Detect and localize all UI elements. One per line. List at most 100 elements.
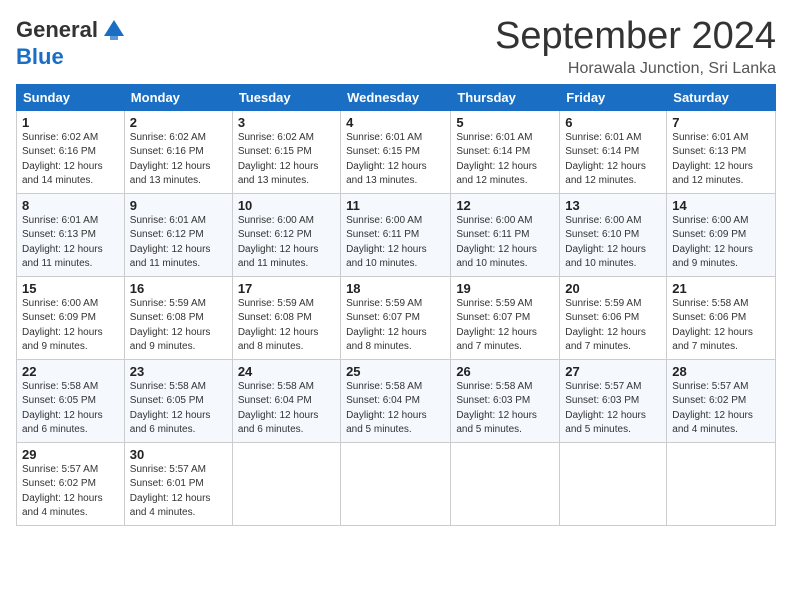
page: General Blue September 2024 Horawala Jun…	[0, 0, 792, 612]
day-number: 2	[130, 115, 227, 130]
table-cell: 14Sunrise: 6:00 AMSunset: 6:09 PMDayligh…	[667, 193, 776, 276]
day-info: Sunrise: 6:01 AMSunset: 6:12 PMDaylight:…	[130, 214, 227, 272]
col-saturday: Saturday	[667, 84, 776, 110]
calendar-row: 1Sunrise: 6:02 AMSunset: 6:16 PMDaylight…	[17, 110, 776, 193]
day-number: 15	[22, 281, 119, 296]
day-info: Sunrise: 6:01 AMSunset: 6:13 PMDaylight:…	[22, 214, 119, 272]
day-info: Sunrise: 5:57 AMSunset: 6:01 PMDaylight:…	[130, 463, 227, 521]
day-info: Sunrise: 5:59 AMSunset: 6:06 PMDaylight:…	[565, 297, 661, 355]
calendar-row: 29Sunrise: 5:57 AMSunset: 6:02 PMDayligh…	[17, 442, 776, 525]
day-info: Sunrise: 6:00 AMSunset: 6:11 PMDaylight:…	[346, 214, 445, 272]
logo-icon	[100, 16, 128, 44]
table-cell: 22Sunrise: 5:58 AMSunset: 6:05 PMDayligh…	[17, 359, 125, 442]
day-info: Sunrise: 6:01 AMSunset: 6:15 PMDaylight:…	[346, 131, 445, 189]
day-info: Sunrise: 6:02 AMSunset: 6:16 PMDaylight:…	[130, 131, 227, 189]
day-info: Sunrise: 6:00 AMSunset: 6:10 PMDaylight:…	[565, 214, 661, 272]
table-cell	[232, 442, 340, 525]
table-cell: 5Sunrise: 6:01 AMSunset: 6:14 PMDaylight…	[451, 110, 560, 193]
day-number: 1	[22, 115, 119, 130]
day-info: Sunrise: 5:58 AMSunset: 6:06 PMDaylight:…	[672, 297, 770, 355]
table-cell: 23Sunrise: 5:58 AMSunset: 6:05 PMDayligh…	[124, 359, 232, 442]
day-info: Sunrise: 5:59 AMSunset: 6:07 PMDaylight:…	[346, 297, 445, 355]
day-info: Sunrise: 5:58 AMSunset: 6:04 PMDaylight:…	[238, 380, 335, 438]
day-number: 17	[238, 281, 335, 296]
day-number: 9	[130, 198, 227, 213]
logo: General Blue	[16, 16, 128, 70]
day-number: 14	[672, 198, 770, 213]
table-cell: 13Sunrise: 6:00 AMSunset: 6:10 PMDayligh…	[560, 193, 667, 276]
table-cell: 16Sunrise: 5:59 AMSunset: 6:08 PMDayligh…	[124, 276, 232, 359]
col-friday: Friday	[560, 84, 667, 110]
table-cell: 12Sunrise: 6:00 AMSunset: 6:11 PMDayligh…	[451, 193, 560, 276]
day-info: Sunrise: 5:59 AMSunset: 6:07 PMDaylight:…	[456, 297, 554, 355]
col-tuesday: Tuesday	[232, 84, 340, 110]
day-number: 30	[130, 447, 227, 462]
table-cell: 15Sunrise: 6:00 AMSunset: 6:09 PMDayligh…	[17, 276, 125, 359]
day-number: 24	[238, 364, 335, 379]
table-cell: 7Sunrise: 6:01 AMSunset: 6:13 PMDaylight…	[667, 110, 776, 193]
table-cell: 11Sunrise: 6:00 AMSunset: 6:11 PMDayligh…	[341, 193, 451, 276]
col-wednesday: Wednesday	[341, 84, 451, 110]
day-info: Sunrise: 5:57 AMSunset: 6:02 PMDaylight:…	[672, 380, 770, 438]
day-number: 6	[565, 115, 661, 130]
day-number: 21	[672, 281, 770, 296]
day-info: Sunrise: 6:01 AMSunset: 6:14 PMDaylight:…	[565, 131, 661, 189]
header: General Blue September 2024 Horawala Jun…	[16, 16, 776, 78]
table-cell: 6Sunrise: 6:01 AMSunset: 6:14 PMDaylight…	[560, 110, 667, 193]
day-info: Sunrise: 5:57 AMSunset: 6:03 PMDaylight:…	[565, 380, 661, 438]
day-info: Sunrise: 6:02 AMSunset: 6:15 PMDaylight:…	[238, 131, 335, 189]
day-number: 16	[130, 281, 227, 296]
table-cell: 30Sunrise: 5:57 AMSunset: 6:01 PMDayligh…	[124, 442, 232, 525]
day-info: Sunrise: 5:57 AMSunset: 6:02 PMDaylight:…	[22, 463, 119, 521]
day-number: 18	[346, 281, 445, 296]
day-number: 8	[22, 198, 119, 213]
calendar-row: 22 Sunrise: 5:58 AMSunset: 6:05 PMDayligh…	[17, 359, 776, 442]
table-cell: 24Sunrise: 5:58 AMSunset: 6:04 PMDayligh…	[232, 359, 340, 442]
day-number: 23	[130, 364, 227, 379]
table-cell: 29Sunrise: 5:57 AMSunset: 6:02 PMDayligh…	[17, 442, 125, 525]
col-monday: Monday	[124, 84, 232, 110]
table-cell: 27Sunrise: 5:57 AMSunset: 6:03 PMDayligh…	[560, 359, 667, 442]
col-thursday: Thursday	[451, 84, 560, 110]
day-number: 13	[565, 198, 661, 213]
table-cell: 2Sunrise: 6:02 AMSunset: 6:16 PMDaylight…	[124, 110, 232, 193]
table-cell: 26Sunrise: 5:58 AMSunset: 6:03 PMDayligh…	[451, 359, 560, 442]
day-number: 20	[565, 281, 661, 296]
table-cell: 28Sunrise: 5:57 AMSunset: 6:02 PMDayligh…	[667, 359, 776, 442]
day-number: 22	[22, 364, 119, 379]
calendar-header-row: Sunday Monday Tuesday Wednesday Thursday…	[17, 84, 776, 110]
day-number: 27	[565, 364, 661, 379]
day-info: Sunrise: 6:00 AMSunset: 6:09 PMDaylight:…	[22, 297, 119, 355]
day-number: 19	[456, 281, 554, 296]
day-info: Sunrise: 6:01 AMSunset: 6:14 PMDaylight:…	[456, 131, 554, 189]
table-cell: 8Sunrise: 6:01 AMSunset: 6:13 PMDaylight…	[17, 193, 125, 276]
day-number: 7	[672, 115, 770, 130]
day-number: 26	[456, 364, 554, 379]
day-info: Sunrise: 6:02 AMSunset: 6:16 PMDaylight:…	[22, 131, 119, 189]
day-number: 4	[346, 115, 445, 130]
table-cell: 1Sunrise: 6:02 AMSunset: 6:16 PMDaylight…	[17, 110, 125, 193]
day-info: Sunrise: 5:58 AMSunset: 6:03 PMDaylight:…	[456, 380, 554, 438]
day-number: 5	[456, 115, 554, 130]
table-cell: 17Sunrise: 5:59 AMSunset: 6:08 PMDayligh…	[232, 276, 340, 359]
table-cell: 18Sunrise: 5:59 AMSunset: 6:07 PMDayligh…	[341, 276, 451, 359]
day-info: Sunrise: 5:59 AMSunset: 6:08 PMDaylight:…	[238, 297, 335, 355]
table-cell	[667, 442, 776, 525]
day-info: Sunrise: 5:58 AMSunset: 6:05 PMDaylight:…	[130, 380, 227, 438]
calendar-row: 15Sunrise: 6:00 AMSunset: 6:09 PMDayligh…	[17, 276, 776, 359]
table-cell: 3Sunrise: 6:02 AMSunset: 6:15 PMDaylight…	[232, 110, 340, 193]
day-info: Sunrise: 6:01 AMSunset: 6:13 PMDaylight:…	[672, 131, 770, 189]
table-cell: 25Sunrise: 5:58 AMSunset: 6:04 PMDayligh…	[341, 359, 451, 442]
day-info: Sunrise: 6:00 AMSunset: 6:11 PMDaylight:…	[456, 214, 554, 272]
day-number: 3	[238, 115, 335, 130]
table-cell: 19Sunrise: 5:59 AMSunset: 6:07 PMDayligh…	[451, 276, 560, 359]
title-section: September 2024 Horawala Junction, Sri La…	[495, 16, 776, 78]
day-number: 28	[672, 364, 770, 379]
table-cell: 10Sunrise: 6:00 AMSunset: 6:12 PMDayligh…	[232, 193, 340, 276]
day-number: 25	[346, 364, 445, 379]
table-cell	[341, 442, 451, 525]
day-number: 29	[22, 447, 119, 462]
table-cell	[560, 442, 667, 525]
table-cell: 20Sunrise: 5:59 AMSunset: 6:06 PMDayligh…	[560, 276, 667, 359]
day-number: 10	[238, 198, 335, 213]
